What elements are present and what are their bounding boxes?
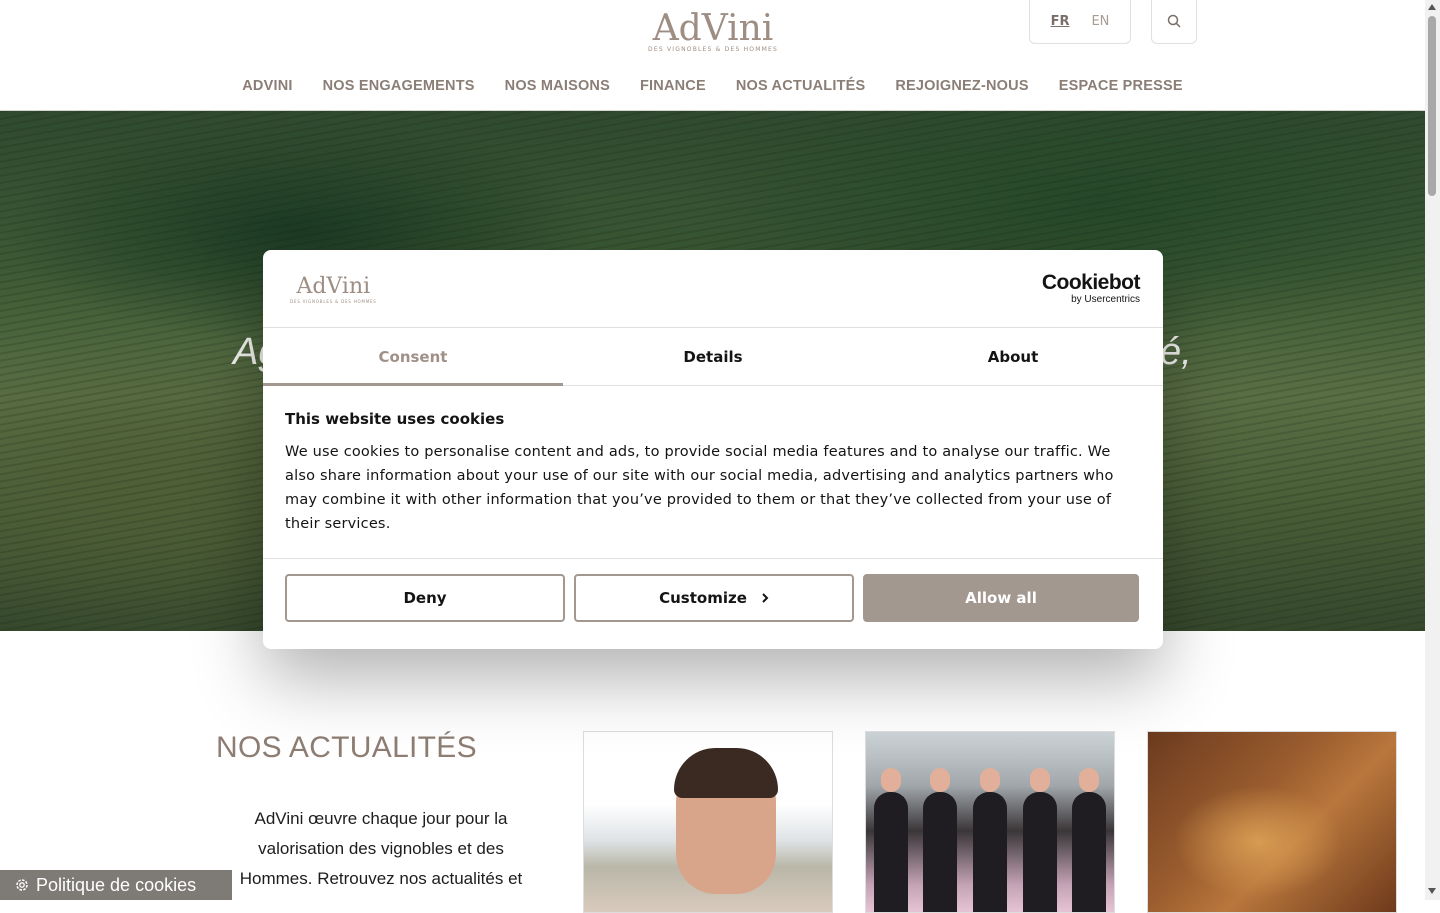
logo-word: AdVini — [652, 8, 774, 49]
dialog-text: We use cookies to personalise content an… — [285, 444, 1114, 532]
tab-consent[interactable]: Consent — [263, 328, 563, 386]
dialog-logo-word: AdVini — [296, 274, 371, 299]
nav-nos-actualites[interactable]: NOS ACTUALITÉS — [736, 78, 866, 94]
dialog-header: AdVini DES VIGNOBLES & DES HOMMES Cookie… — [263, 250, 1163, 328]
team-member — [923, 768, 958, 912]
customize-label: Customize — [659, 589, 747, 607]
news-section-text: AdVini œuvre chaque jour pour la valoris… — [239, 809, 523, 888]
lang-en-link[interactable]: EN — [1091, 14, 1109, 29]
team-member — [972, 768, 1007, 912]
cookie-policy-label: Politique de cookies — [36, 874, 197, 895]
team-group — [866, 768, 1114, 912]
logo-tagline: DES VIGNOBLES & DES HOMMES — [648, 46, 778, 53]
dialog-buttons: Deny Customize Allow all — [285, 574, 1139, 622]
news-card-team[interactable] — [865, 731, 1115, 913]
language-switcher: FR EN — [1029, 0, 1131, 44]
cookiebot-sub: by Usercentrics — [1071, 294, 1140, 305]
nav-finance[interactable]: FINANCE — [640, 78, 706, 94]
site-header: AdVini DES VIGNOBLES & DES HOMMES FR EN … — [0, 0, 1425, 111]
nav-espace-presse[interactable]: ESPACE PRESSE — [1059, 78, 1183, 94]
scroll-thumb[interactable] — [1428, 16, 1436, 196]
team-member — [1072, 768, 1107, 912]
team-member — [873, 768, 908, 912]
news-section-title: NOS ACTUALITÉS — [216, 731, 477, 764]
team-member — [1022, 768, 1057, 912]
scroll-down-arrow-icon[interactable] — [1428, 888, 1436, 894]
cookiebot-logo[interactable]: Cookiebot by Usercentrics — [1041, 271, 1141, 306]
cookiebot-name: Cookiebot — [1041, 271, 1141, 294]
tab-about[interactable]: About — [863, 328, 1163, 385]
chevron-right-icon — [762, 593, 769, 603]
dialog-title: This website uses cookies — [285, 410, 505, 428]
page-scrollbar[interactable] — [1425, 0, 1440, 900]
nav-rejoignez-nous[interactable]: REJOIGNEZ-NOUS — [895, 78, 1028, 94]
dialog-body: This website uses cookies We use cookies… — [263, 386, 1163, 559]
dialog-logo-tagline: DES VIGNOBLES & DES HOMMES — [290, 299, 377, 304]
deny-button[interactable]: Deny — [285, 574, 565, 622]
nav-nos-engagements[interactable]: NOS ENGAGEMENTS — [323, 78, 475, 94]
dialog-tabs: Consent Details About — [263, 328, 1163, 386]
search-icon — [1167, 14, 1181, 28]
tab-details[interactable]: Details — [563, 328, 863, 385]
news-card-cellar[interactable] — [1147, 731, 1397, 913]
portrait-hair — [674, 748, 778, 798]
main-nav: ADVINI NOS ENGAGEMENTS NOS MAISONS FINAN… — [0, 78, 1425, 94]
lang-fr-link[interactable]: FR — [1051, 14, 1070, 29]
nav-advini[interactable]: ADVINI — [242, 78, 292, 94]
dialog-advini-logo: AdVini DES VIGNOBLES & DES HOMMES — [290, 274, 377, 305]
advini-logo[interactable]: AdVini DES VIGNOBLES & DES HOMMES — [636, 10, 790, 56]
news-card-portrait[interactable] — [583, 731, 833, 913]
hero-headline-end: é, — [1160, 331, 1192, 373]
search-button[interactable] — [1151, 0, 1197, 44]
customize-button[interactable]: Customize — [574, 574, 854, 622]
scroll-up-arrow-icon[interactable] — [1428, 4, 1436, 10]
gear-icon — [16, 879, 28, 891]
cookie-consent-dialog: AdVini DES VIGNOBLES & DES HOMMES Cookie… — [263, 250, 1163, 649]
cookie-policy-button[interactable]: Politique de cookies — [0, 870, 232, 900]
allow-all-button[interactable]: Allow all — [863, 574, 1139, 622]
nav-nos-maisons[interactable]: NOS MAISONS — [505, 78, 610, 94]
